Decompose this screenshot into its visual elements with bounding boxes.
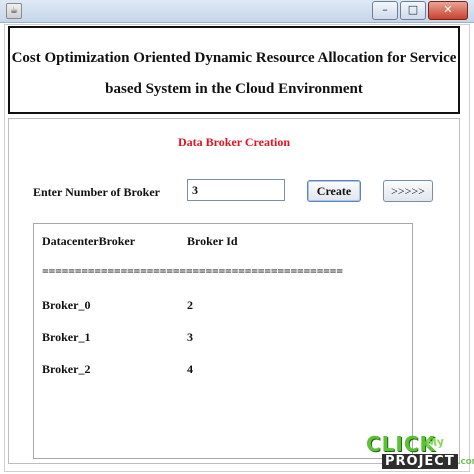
next-button[interactable]: >>>>> [383, 180, 433, 202]
app-title-line-2: based System in the Cloud Environment [105, 81, 363, 97]
watermark-my-text: My [425, 434, 445, 451]
broker-name: Broker_1 [42, 330, 91, 344]
broker-name: Broker_2 [42, 362, 91, 376]
java-app-icon: ☕ [6, 3, 22, 19]
window-titlebar[interactable]: ☕ – □ ✕ [0, 0, 474, 23]
watermark-logo: CLICK My PROJECT .COM [362, 432, 474, 472]
watermark-com-text: .COM [458, 458, 474, 466]
close-icon[interactable]: ✕ [428, 1, 468, 20]
column-header-broker-id: Broker Id [187, 234, 238, 248]
broker-panel: Data Broker Creation Enter Number of Bro… [8, 118, 460, 464]
broker-id: 4 [187, 362, 193, 376]
broker-id: 3 [187, 330, 193, 344]
broker-results-area[interactable]: DatacenterBroker Broker Id =============… [33, 223, 413, 459]
broker-name: Broker_0 [42, 298, 91, 312]
app-title-line-1: Cost Optimization Oriented Dynamic Resou… [11, 50, 457, 66]
minimize-icon[interactable]: – [372, 1, 398, 20]
results-divider: ========================================… [42, 264, 343, 278]
window-controls: – □ ✕ [372, 1, 468, 20]
maximize-icon[interactable]: □ [400, 1, 426, 20]
broker-count-label: Enter Number of Broker [33, 185, 160, 199]
create-button[interactable]: Create [307, 180, 361, 202]
watermark-project-text: PROJECT [382, 454, 458, 469]
app-header: Cost Optimization Oriented Dynamic Resou… [8, 26, 460, 114]
column-header-datacenter-broker: DatacenterBroker [42, 234, 136, 248]
broker-id: 2 [187, 298, 193, 312]
section-title: Data Broker Creation [178, 135, 290, 149]
broker-count-input[interactable] [187, 179, 285, 201]
